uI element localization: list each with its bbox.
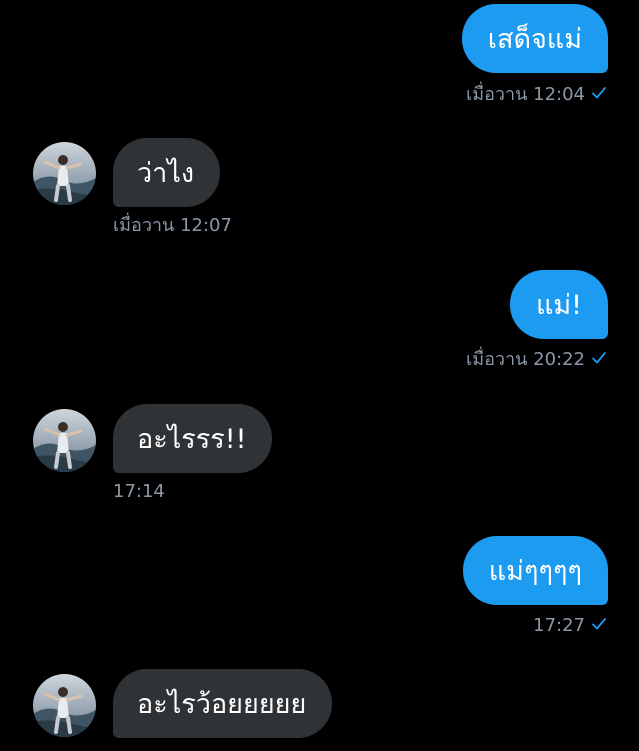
incoming-message-bubble[interactable]: ว่าไง <box>113 138 221 207</box>
message-text: ว่าไง <box>137 158 195 189</box>
check-icon <box>591 616 607 636</box>
message-timestamp: เมื่อวาน 12:04 <box>466 84 585 105</box>
outgoing-message-bubble[interactable]: เสด็จแม่ <box>461 4 608 73</box>
avatar[interactable] <box>33 142 96 205</box>
message-text: เสด็จแม่ <box>487 24 582 55</box>
message-meta: เมื่อวาน 12:04 <box>466 85 607 105</box>
message-timestamp: 17:27 <box>533 615 585 636</box>
avatar[interactable] <box>33 674 96 737</box>
chat-thread: เสด็จแม่ เมื่อวาน 12:04 ว่าไง เมื่อวาน 1… <box>0 0 639 751</box>
outgoing-message-bubble[interactable]: แม่ๆๆๆๆ <box>462 536 608 605</box>
message-text: แม่ๆๆๆๆ <box>488 556 582 587</box>
avatar[interactable] <box>33 409 96 472</box>
check-icon <box>591 350 607 370</box>
message-text: แม่! <box>535 290 582 321</box>
message-meta: 17:27 <box>533 616 607 636</box>
message-text: อะไรว้อยยยยย <box>137 689 307 720</box>
check-icon <box>591 85 607 105</box>
outgoing-message-bubble[interactable]: แม่! <box>509 270 608 339</box>
message-timestamp: 17:14 <box>113 481 165 502</box>
incoming-message-bubble[interactable]: อะไรว้อยยยยย <box>113 669 333 738</box>
message-meta: เมื่อวาน 20:22 <box>466 350 607 370</box>
message-timestamp: เมื่อวาน 20:22 <box>466 349 585 370</box>
message-text: อะไรรร!! <box>137 424 247 455</box>
message-timestamp: เมื่อวาน 12:07 <box>113 215 232 236</box>
incoming-message-bubble[interactable]: อะไรรร!! <box>113 404 273 473</box>
